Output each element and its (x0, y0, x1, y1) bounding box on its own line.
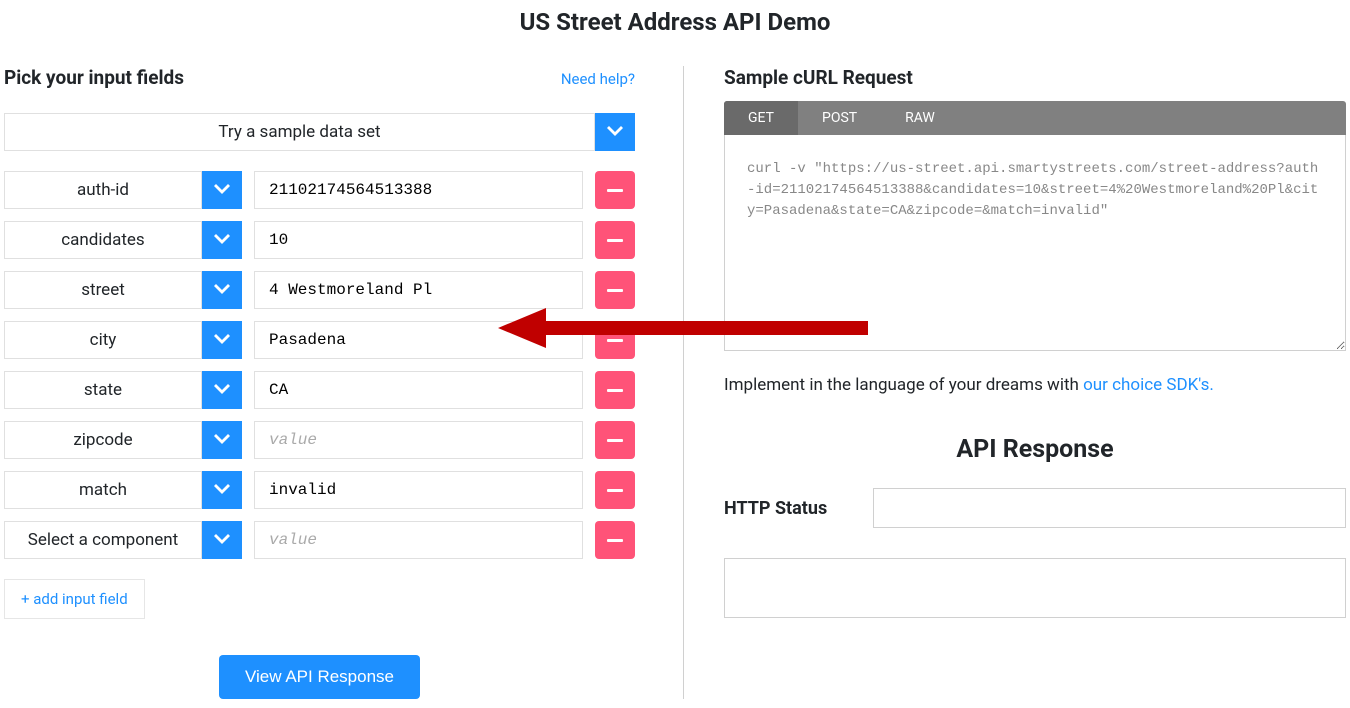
remove-field-button[interactable] (595, 271, 635, 309)
field-row: Select a component (4, 521, 635, 559)
field-name-select[interactable]: state (4, 371, 202, 409)
page-title: US Street Address API Demo (0, 8, 1350, 36)
field-value-input[interactable] (254, 171, 583, 209)
minus-icon (607, 389, 623, 392)
field-value-input[interactable] (254, 221, 583, 259)
field-name-select[interactable]: auth-id (4, 171, 202, 209)
field-name-dropdown-toggle[interactable] (202, 371, 242, 409)
field-name-dropdown-toggle[interactable] (202, 421, 242, 459)
chevron-down-icon (214, 434, 230, 446)
http-status-label: HTTP Status (724, 498, 827, 519)
chevron-down-icon (214, 184, 230, 196)
field-row: city (4, 321, 635, 359)
field-row: zipcode (4, 421, 635, 459)
chevron-down-icon (607, 126, 623, 138)
request-method-tabs: GETPOSTRAW (724, 101, 1346, 135)
view-api-response-button[interactable]: View API Response (219, 655, 420, 699)
tab-post[interactable]: POST (798, 101, 881, 135)
field-name-dropdown-toggle[interactable] (202, 521, 242, 559)
field-value-input[interactable] (254, 321, 583, 359)
api-response-heading: API Response (724, 435, 1346, 464)
field-row: match (4, 471, 635, 509)
field-value-input[interactable] (254, 471, 583, 509)
field-row: candidates (4, 221, 635, 259)
sample-data-select[interactable]: Try a sample data set (4, 113, 595, 151)
field-name-select[interactable]: match (4, 471, 202, 509)
minus-icon (607, 439, 623, 442)
remove-field-button[interactable] (595, 321, 635, 359)
minus-icon (607, 289, 623, 292)
field-name-select[interactable]: city (4, 321, 202, 359)
remove-field-button[interactable] (595, 421, 635, 459)
need-help-link[interactable]: Need help? (561, 70, 635, 88)
field-name-dropdown-toggle[interactable] (202, 471, 242, 509)
chevron-down-icon (214, 534, 230, 546)
field-name-dropdown-toggle[interactable] (202, 221, 242, 259)
minus-icon (607, 489, 623, 492)
field-row: auth-id (4, 171, 635, 209)
field-name-dropdown-toggle[interactable] (202, 171, 242, 209)
minus-icon (607, 339, 623, 342)
chevron-down-icon (214, 284, 230, 296)
remove-field-button[interactable] (595, 521, 635, 559)
field-name-dropdown-toggle[interactable] (202, 271, 242, 309)
sdk-line: Implement in the language of your dreams… (724, 375, 1346, 395)
minus-icon (607, 189, 623, 192)
field-value-input[interactable] (254, 421, 583, 459)
chevron-down-icon (214, 484, 230, 496)
field-name-select[interactable]: zipcode (4, 421, 202, 459)
input-fields-panel: Pick your input fields Need help? Try a … (4, 66, 684, 699)
curl-request-box[interactable]: curl -v "https://us-street.api.smartystr… (724, 135, 1346, 351)
http-status-value (873, 488, 1346, 528)
tab-get[interactable]: GET (724, 101, 798, 135)
chevron-down-icon (214, 334, 230, 346)
remove-field-button[interactable] (595, 221, 635, 259)
minus-icon (607, 539, 623, 542)
chevron-down-icon (214, 234, 230, 246)
input-fields-heading: Pick your input fields (4, 66, 184, 89)
field-value-input[interactable] (254, 271, 583, 309)
sample-request-panel: Sample cURL Request GETPOSTRAW curl -v "… (684, 66, 1346, 699)
field-value-input[interactable] (254, 521, 583, 559)
field-name-select[interactable]: Select a component (4, 521, 202, 559)
chevron-down-icon (214, 384, 230, 396)
remove-field-button[interactable] (595, 371, 635, 409)
sample-curl-heading: Sample cURL Request (724, 66, 1346, 89)
response-body-box (724, 558, 1346, 618)
remove-field-button[interactable] (595, 471, 635, 509)
tab-raw[interactable]: RAW (881, 101, 959, 135)
field-row: state (4, 371, 635, 409)
field-name-select[interactable]: street (4, 271, 202, 309)
sample-data-dropdown-toggle[interactable] (595, 113, 635, 151)
sdk-link[interactable]: our choice SDK's. (1083, 375, 1214, 395)
remove-field-button[interactable] (595, 171, 635, 209)
minus-icon (607, 239, 623, 242)
field-name-dropdown-toggle[interactable] (202, 321, 242, 359)
field-value-input[interactable] (254, 371, 583, 409)
field-row: street (4, 271, 635, 309)
field-name-select[interactable]: candidates (4, 221, 202, 259)
add-input-field-button[interactable]: + add input field (4, 579, 145, 619)
sdk-prefix-text: Implement in the language of your dreams… (724, 375, 1083, 395)
